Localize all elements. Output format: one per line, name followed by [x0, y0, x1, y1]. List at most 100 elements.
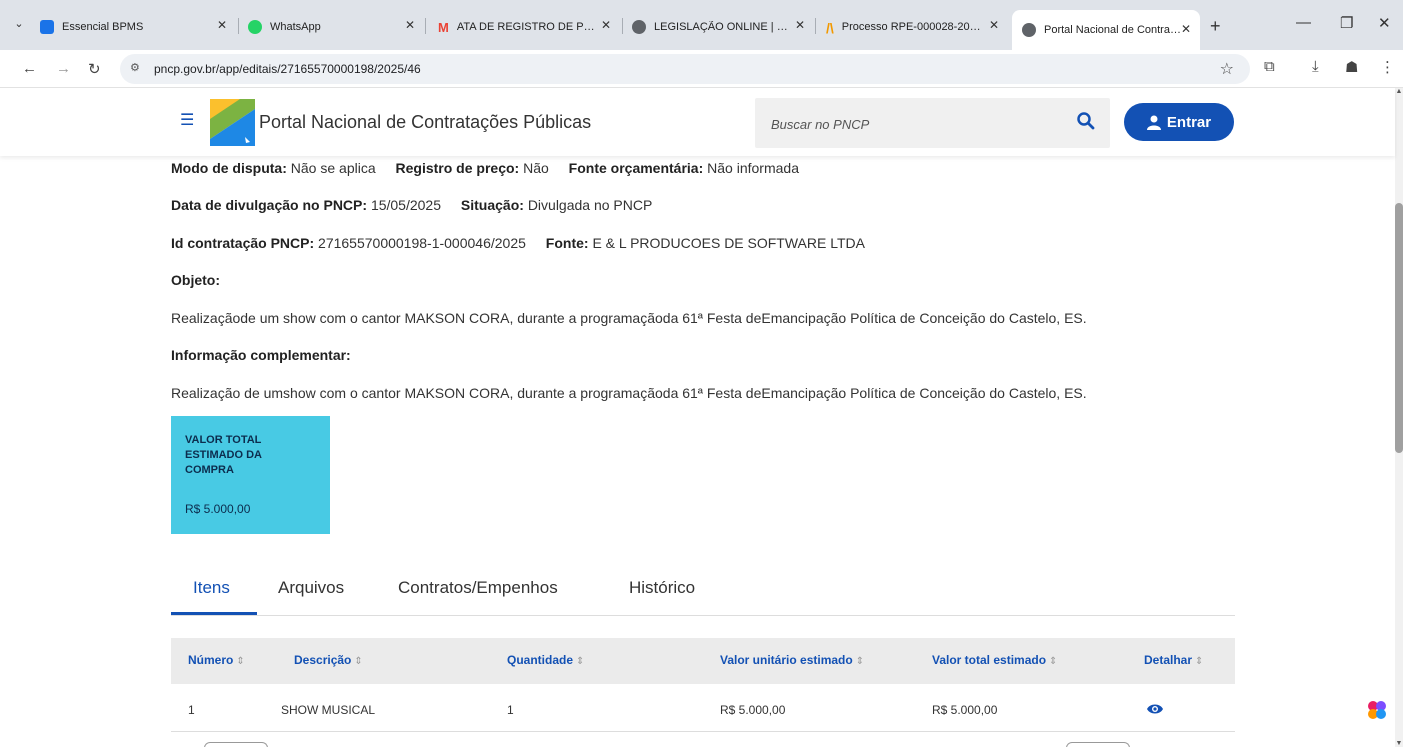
page-viewport: ☰ Portal Nacional de Contratações Públic… — [0, 88, 1403, 747]
scroll-down-icon[interactable]: ▼ — [1395, 740, 1403, 747]
browser-tab-pncp-active[interactable]: Portal Nacional de Contrataç ✕ — [1012, 10, 1200, 50]
close-tab-icon[interactable]: ✕ — [598, 18, 614, 32]
col-numero-label: Número — [188, 653, 234, 667]
col-descricao[interactable]: Descrição ⇕ — [294, 653, 363, 667]
close-tab-icon[interactable]: ✕ — [792, 18, 808, 32]
search-icon[interactable] — [1076, 111, 1096, 131]
page-tabs: Itens Arquivos Contratos/Empenhos Histór… — [171, 568, 1235, 616]
sort-icon[interactable]: ⇕ — [236, 656, 244, 667]
page-scrollbar[interactable]: ▲ ▼ — [1395, 88, 1403, 747]
close-tab-icon[interactable]: ✕ — [1178, 22, 1194, 36]
table-row: 1 SHOW MUSICAL 1 R$ 5.000,00 R$ 5.000,00 — [171, 684, 1235, 732]
col-quantidade[interactable]: Quantidade ⇕ — [507, 653, 584, 667]
pagination-select[interactable] — [1066, 742, 1130, 747]
info-complementar-heading: Informação complementar: — [171, 347, 351, 363]
objeto-text: Realizaçãode um show com o cantor MAKSON… — [171, 310, 1087, 326]
scroll-up-icon[interactable]: ▲ — [1395, 88, 1403, 95]
url-text[interactable]: pncp.gov.br/app/editais/27165570000198/2… — [154, 62, 421, 76]
browser-tab-whatsapp[interactable]: WhatsApp ✕ — [248, 14, 418, 40]
close-tab-icon[interactable]: ✕ — [214, 18, 230, 32]
site-info-icon[interactable]: ⚙ — [130, 61, 140, 74]
tab-label: ATA DE REGISTRO DE PREÇO — [456, 21, 597, 33]
scrollbar-thumb[interactable] — [1395, 203, 1403, 453]
profile-icon[interactable]: ☗ — [1345, 58, 1358, 76]
portal-title[interactable]: Portal Nacional de Contratações Públicas — [259, 112, 591, 133]
data-divulgacao-label: Data de divulgação no PNCP: — [171, 197, 368, 213]
extensions-puzzle-icon[interactable]: ⧉ — [1264, 58, 1275, 75]
sort-icon[interactable]: ⇕ — [856, 656, 864, 667]
id-contratacao-label: Id contratação PNCP: — [171, 235, 315, 251]
modo-disputa-value: Não se aplica — [290, 160, 376, 176]
eye-icon[interactable] — [1147, 703, 1163, 715]
login-label: Entrar — [1166, 113, 1212, 131]
tab-label: Portal Nacional de Contrataç — [1044, 24, 1184, 36]
user-icon — [1146, 115, 1161, 130]
valor-total-title: VALOR TOTAL ESTIMADO DA COMPRA — [185, 434, 262, 476]
omnibox[interactable]: ⚙ pncp.gov.br/app/editais/27165570000198… — [120, 54, 1250, 84]
detail-line-data: Data de divulgação no PNCP: 15/05/2025 S… — [171, 197, 652, 213]
hamburger-menu-icon[interactable]: ☰ — [180, 110, 194, 130]
browser-tab-gmail[interactable]: M ATA DE REGISTRO DE PREÇO ✕ — [438, 14, 614, 40]
browser-tab-bar: ⌄ Essencial BPMS ✕ WhatsApp ✕ M ATA DE R… — [0, 0, 1403, 50]
fonte-label: Fonte: — [545, 235, 589, 251]
fonte-value: E & L PRODUCOES DE SOFTWARE LTDA — [592, 235, 865, 251]
close-tab-icon[interactable]: ✕ — [402, 18, 418, 32]
brain-extension-icon[interactable] — [1365, 698, 1389, 722]
registro-preco-label: Registro de preço: — [395, 160, 520, 176]
close-window-icon[interactable]: ✕ — [1378, 14, 1391, 32]
valor-total-value: R$ 5.000,00 — [185, 502, 251, 516]
globe-favicon-icon — [632, 20, 646, 34]
new-tab-plus-icon[interactable]: + — [1210, 16, 1221, 37]
gmail-favicon-icon: M — [438, 20, 449, 35]
col-detalhar-label: Detalhar — [1144, 653, 1193, 667]
tab-separator — [238, 18, 239, 34]
cell-descricao: SHOW MUSICAL — [281, 703, 376, 717]
tab-search-chevron-icon[interactable]: ⌄ — [8, 17, 30, 35]
detail-line-id: Id contratação PNCP: 27165570000198-1-00… — [171, 235, 865, 251]
browser-tab-essencial[interactable]: Essencial BPMS ✕ — [40, 14, 230, 40]
forward-arrow-icon[interactable]: → — [56, 60, 71, 77]
menu-dots-icon[interactable]: ⋮ — [1380, 58, 1395, 76]
col-quantidade-label: Quantidade — [507, 653, 574, 667]
pagination-select[interactable] — [204, 742, 268, 747]
col-valor-total[interactable]: Valor total estimado ⇕ — [932, 653, 1057, 667]
address-bar: ← → ↻ ⚙ pncp.gov.br/app/editais/27165570… — [0, 50, 1403, 88]
col-descricao-label: Descrição — [294, 653, 352, 667]
whatsapp-favicon-icon — [248, 20, 262, 34]
modo-disputa-label: Modo de disputa: — [171, 160, 287, 176]
col-valor-unitario[interactable]: Valor unitário estimado ⇕ — [720, 653, 864, 667]
objeto-heading: Objeto: — [171, 272, 220, 288]
tab-separator — [815, 18, 816, 34]
fonte-orcamentaria-value: Não informada — [707, 160, 799, 176]
reload-icon[interactable]: ↻ — [88, 60, 101, 78]
close-tab-icon[interactable]: ✕ — [986, 18, 1002, 32]
browser-tab-processo[interactable]: /\ Processo RPE-000028-2025- ✕ — [826, 14, 1002, 40]
col-valor-total-label: Valor total estimado — [932, 653, 1047, 667]
search-box[interactable]: Buscar no PNCP — [755, 98, 1110, 148]
pncp-logo-icon[interactable] — [210, 99, 255, 146]
browser-tab-legislacao[interactable]: LEGISLAÇÃO ONLINE | CONC ✕ — [632, 14, 808, 40]
sort-icon[interactable]: ⇕ — [576, 656, 584, 667]
situacao-value: Divulgada no PNCP — [527, 197, 653, 213]
sort-icon[interactable]: ⇕ — [1049, 656, 1057, 667]
download-icon[interactable]: ⤓ — [1312, 58, 1319, 75]
col-detalhar[interactable]: Detalhar ⇕ — [1144, 653, 1203, 667]
login-button[interactable]: Entrar — [1124, 103, 1234, 141]
sort-icon[interactable]: ⇕ — [1195, 656, 1203, 667]
fonte-orcamentaria-label: Fonte orçamentária: — [568, 160, 704, 176]
search-input[interactable]: Buscar no PNCP — [771, 117, 869, 132]
situacao-label: Situação: — [460, 197, 524, 213]
col-valor-unitario-label: Valor unitário estimado — [720, 653, 853, 667]
detail-line-modo: Modo de disputa: Não se aplica Registro … — [171, 160, 799, 176]
bookmark-star-icon[interactable]: ☆ — [1220, 59, 1234, 79]
tab-historico[interactable]: Histórico — [629, 578, 695, 610]
col-numero[interactable]: Número ⇕ — [188, 653, 245, 667]
minimize-icon[interactable]: — — [1296, 14, 1311, 31]
back-arrow-icon[interactable]: ← — [22, 60, 37, 77]
restore-icon[interactable]: ❐ — [1340, 14, 1353, 32]
tab-itens[interactable]: Itens — [193, 578, 230, 610]
tab-contratos-empenhos[interactable]: Contratos/Empenhos — [398, 578, 558, 610]
cell-quantidade: 1 — [507, 703, 514, 717]
tab-arquivos[interactable]: Arquivos — [278, 578, 344, 610]
sort-icon[interactable]: ⇕ — [354, 656, 362, 667]
